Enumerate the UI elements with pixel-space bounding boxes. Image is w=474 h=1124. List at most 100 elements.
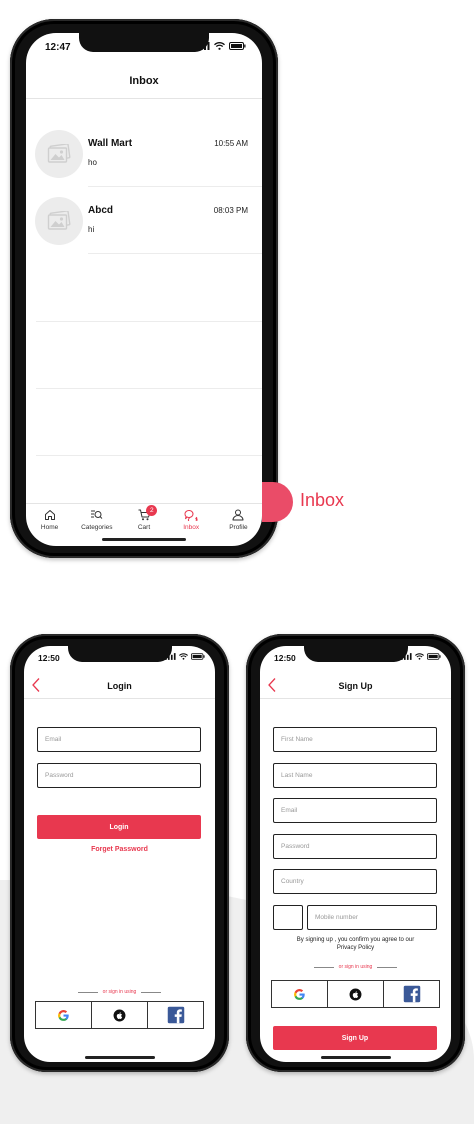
terms-text: By signing up , you confirm you agree to… (270, 936, 441, 952)
mobile-number-field[interactable]: Mobile number (307, 905, 437, 930)
password-field[interactable]: Password (273, 834, 437, 859)
chat-icon (184, 509, 199, 521)
password-field[interactable]: Password (37, 763, 201, 788)
signup-screen: 12:50 Sign Up First Name Last Name Email… (260, 646, 451, 1062)
tab-profile[interactable]: Profile (215, 504, 262, 546)
page-title: Login (107, 680, 132, 691)
back-arrow-icon[interactable] (31, 677, 41, 693)
back-arrow-icon[interactable] (267, 677, 277, 693)
home-icon (44, 510, 55, 520)
phone-login: 12:50 Login Email Password Login Forget … (10, 634, 229, 1072)
avatar (35, 130, 83, 178)
email-field[interactable]: Email (37, 727, 201, 752)
categories-icon (91, 510, 103, 519)
or-divider: or sign in using (24, 989, 215, 995)
apple-icon (113, 1009, 126, 1021)
page-title: Inbox (129, 74, 159, 87)
home-indicator (84, 1056, 155, 1059)
cart-badge: 2 (146, 505, 158, 516)
social-login-row (271, 980, 440, 1008)
message-time: 10:55 AM (214, 139, 248, 148)
tab-label: Categories (81, 524, 113, 531)
status-icons (197, 42, 246, 50)
user-icon (232, 509, 244, 521)
tab-label: Inbox (183, 524, 200, 531)
country-code-field[interactable] (273, 905, 303, 930)
signup-button[interactable]: Sign Up (273, 1026, 437, 1050)
page-title: Sign Up (338, 680, 373, 691)
apple-icon (349, 988, 362, 1000)
signup-header: Sign Up (260, 673, 451, 699)
or-divider: or sign in using (260, 964, 451, 970)
apple-login-button[interactable] (91, 1001, 148, 1029)
status-time: 12:50 (38, 653, 60, 663)
notch (79, 33, 209, 52)
divider (377, 966, 398, 968)
login-screen: 12:50 Login Email Password Login Forget … (24, 646, 215, 1062)
divider (141, 991, 162, 993)
login-button[interactable]: Login (37, 815, 201, 839)
google-icon (294, 988, 305, 1000)
conversation-item[interactable]: Abcd 08:03 PM hi (26, 187, 262, 254)
last-name-field[interactable]: Last Name (273, 763, 437, 788)
google-login-button[interactable] (271, 980, 328, 1008)
apple-login-button[interactable] (327, 980, 384, 1008)
inbox-header: Inbox (26, 63, 262, 99)
login-header: Login (24, 673, 215, 699)
message-time: 08:03 PM (213, 206, 248, 215)
battery-icon (191, 653, 205, 660)
divider (36, 321, 262, 322)
contact-name: Wall Mart (88, 138, 133, 149)
image-placeholder-icon (47, 211, 71, 230)
facebook-login-button[interactable] (147, 1001, 204, 1029)
signal-icon (401, 653, 412, 660)
facebook-login-button[interactable] (383, 980, 440, 1008)
feature-marker (262, 482, 293, 522)
facebook-icon (403, 985, 420, 1003)
battery-icon (427, 653, 441, 660)
phone-inbox: 12:47 Inbox Wall Mart 10:55 AM ho Abcd 0… (10, 19, 278, 558)
message-preview: hi (88, 225, 95, 234)
home-indicator (320, 1056, 391, 1059)
first-name-field[interactable]: First Name (273, 727, 437, 752)
battery-icon (229, 42, 246, 50)
home-indicator (102, 538, 186, 541)
status-time: 12:47 (45, 42, 71, 53)
status-icons (401, 653, 441, 660)
social-login-row (35, 1001, 204, 1029)
divider (313, 966, 334, 968)
tab-label: Profile (229, 524, 248, 531)
email-field[interactable]: Email (273, 798, 437, 823)
feature-label: Inbox (300, 490, 345, 510)
signal-icon (165, 653, 176, 660)
inbox-screen: 12:47 Inbox Wall Mart 10:55 AM ho Abcd 0… (26, 33, 262, 546)
conversation-item[interactable]: Wall Mart 10:55 AM ho (26, 120, 262, 187)
notch (303, 646, 408, 662)
country-field[interactable]: Country (273, 869, 437, 894)
divider (88, 253, 262, 254)
notch (67, 646, 172, 662)
tab-home[interactable]: Home (26, 504, 73, 546)
contact-name: Abcd (88, 205, 113, 216)
or-text: or sign in using (102, 989, 137, 995)
message-preview: ho (88, 158, 97, 167)
terms-line: By signing up , you confirm you agree to… (296, 937, 415, 943)
image-placeholder-icon (47, 144, 71, 163)
wifi-icon (214, 42, 225, 50)
status-icons (165, 653, 205, 660)
signal-icon (197, 42, 210, 50)
forgot-password-link[interactable]: Forget Password (24, 846, 215, 853)
or-text: or sign in using (338, 964, 373, 970)
google-icon (58, 1009, 69, 1021)
status-time: 12:50 (274, 653, 296, 663)
wifi-icon (415, 653, 424, 660)
avatar (35, 197, 83, 245)
wifi-icon (179, 653, 188, 660)
tab-label: Cart (137, 524, 151, 531)
privacy-policy-link[interactable]: Privacy Policy (270, 944, 441, 952)
facebook-icon (167, 1006, 184, 1024)
phone-signup: 12:50 Sign Up First Name Last Name Email… (246, 634, 465, 1072)
tab-label: Home (40, 524, 59, 531)
google-login-button[interactable] (35, 1001, 92, 1029)
divider (77, 991, 98, 993)
